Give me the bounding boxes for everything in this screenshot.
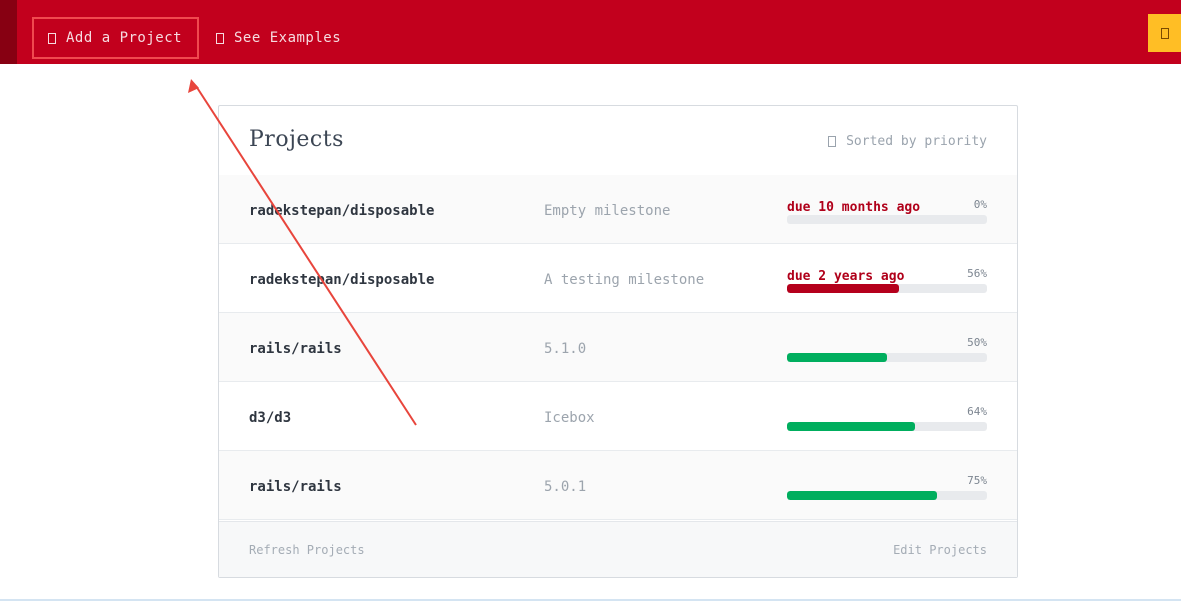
topbar-right-button[interactable]: [1148, 14, 1181, 52]
project-repo-name[interactable]: radekstepan/disposable: [249, 272, 434, 288]
progress-percent: 64%: [967, 405, 987, 418]
add-project-label: Add a Project: [66, 30, 183, 46]
refresh-projects-link[interactable]: Refresh Projects: [249, 543, 365, 557]
progress-bar-fill: [787, 284, 899, 293]
menu-icon: [1160, 27, 1169, 39]
milestone-name[interactable]: 5.0.1: [544, 479, 586, 495]
progress-percent: 75%: [967, 474, 987, 487]
milestone-name[interactable]: A testing milestone: [544, 272, 704, 288]
progress-bar: [787, 422, 987, 431]
project-row[interactable]: d3/d3 Icebox 64%: [219, 382, 1017, 451]
project-row[interactable]: radekstepan/disposable A testing mileston…: [219, 244, 1017, 313]
project-row[interactable]: rails/rails 5.0.1 75%: [219, 451, 1017, 520]
project-repo-name[interactable]: radekstepan/disposable: [249, 203, 434, 219]
progress-bar: [787, 215, 987, 224]
page-title: Projects: [249, 127, 344, 152]
due-label: due 2 years ago: [787, 269, 905, 284]
project-row[interactable]: rails/rails 5.1.0 50%: [219, 313, 1017, 382]
panel-footer: Refresh Projects Edit Projects: [219, 521, 1017, 577]
project-row[interactable]: radekstepan/disposable Empty milestone due…: [219, 175, 1017, 244]
progress-bar: [787, 284, 987, 293]
project-repo-name[interactable]: d3/d3: [249, 410, 291, 426]
progress-percent: 50%: [967, 336, 987, 349]
progress-bar-fill: [787, 491, 937, 500]
see-examples-button[interactable]: See Examples: [216, 17, 341, 59]
project-repo-name[interactable]: rails/rails: [249, 341, 342, 357]
see-examples-label: See Examples: [234, 30, 342, 46]
projects-panel: Projects Sorted by priority radekstepan/…: [218, 105, 1018, 578]
top-navigation-bar: Add a Project See Examples: [0, 0, 1181, 64]
progress-percent: 0%: [973, 198, 987, 211]
edit-projects-link[interactable]: Edit Projects: [893, 543, 987, 557]
panel-header: Projects Sorted by priority: [219, 106, 1017, 176]
progress-bar: [787, 491, 987, 500]
progress-bar-fill: [787, 353, 887, 362]
sort-toggle[interactable]: Sorted by priority: [828, 134, 987, 149]
sort-label: Sorted by priority: [846, 134, 987, 149]
milestone-name[interactable]: 5.1.0: [544, 341, 586, 357]
milestone-name[interactable]: Icebox: [544, 410, 595, 426]
plus-icon: [48, 32, 56, 44]
topbar-left-strip: [0, 0, 17, 64]
sort-icon: [828, 136, 837, 147]
examples-icon: [216, 32, 224, 44]
progress-percent: 56%: [967, 267, 987, 280]
milestone-name[interactable]: Empty milestone: [544, 203, 670, 219]
project-repo-name[interactable]: rails/rails: [249, 479, 342, 495]
progress-bar-fill: [787, 422, 915, 431]
progress-bar: [787, 353, 987, 362]
due-label: due 10 months ago: [787, 200, 921, 215]
add-project-button[interactable]: Add a Project: [32, 17, 199, 59]
annotation-arrowhead: [188, 79, 199, 93]
